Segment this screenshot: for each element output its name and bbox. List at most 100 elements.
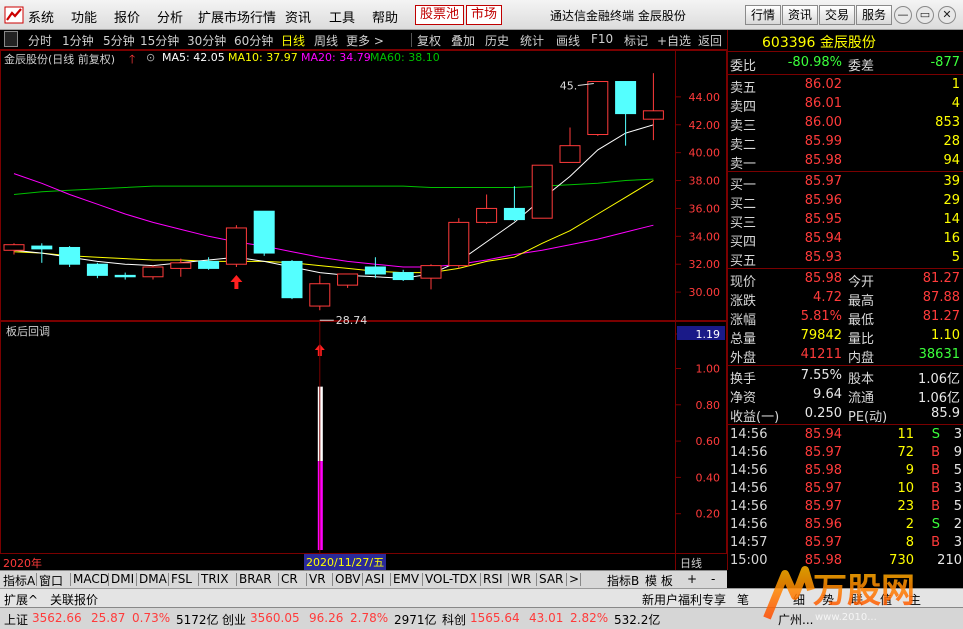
indicator-tab[interactable]: RSI	[483, 572, 503, 586]
tool-adjust[interactable]: 复权	[417, 32, 441, 49]
candle-up[interactable]	[3, 244, 25, 251]
indicator-tab[interactable]: BRAR	[239, 572, 272, 586]
period-more[interactable]: 更多 >	[346, 32, 384, 49]
index-name: 科创	[442, 613, 467, 627]
buy-level-label: 买五	[730, 254, 757, 269]
indicator-tab[interactable]: 指标A	[3, 572, 35, 589]
tool-history[interactable]: 历史	[485, 32, 509, 49]
candle-down[interactable]	[281, 260, 303, 299]
candle-down[interactable]	[615, 81, 637, 115]
restore-icon[interactable]: ▭	[916, 6, 934, 24]
period-15min[interactable]: 15分钟	[140, 32, 179, 49]
close-icon[interactable]: ✕	[938, 6, 956, 24]
candle-up[interactable]	[476, 207, 498, 223]
period-daily[interactable]: 日线	[281, 32, 305, 49]
service-button[interactable]: 服务	[856, 5, 893, 25]
indicator-tab[interactable]: ASI	[365, 572, 384, 586]
candle-up[interactable]	[587, 81, 609, 136]
indicator-tab[interactable]: DMA	[139, 572, 167, 586]
candle-down[interactable]	[392, 272, 414, 281]
stat-value: 81.27	[922, 309, 960, 324]
tool-mark[interactable]: 标记	[624, 32, 648, 49]
app-logo-icon	[4, 6, 24, 24]
indicator-tab[interactable]: DMI	[111, 572, 134, 586]
period-30min[interactable]: 30分钟	[187, 32, 226, 49]
candle-down[interactable]	[114, 274, 136, 278]
candle-up[interactable]	[337, 273, 359, 286]
candle-down[interactable]	[86, 263, 108, 276]
indicator-b-tab[interactable]: 指标B	[607, 572, 639, 589]
sell-level-row: 卖四 86.01 4	[728, 95, 963, 115]
menu-stock-pool[interactable]: 股票池	[415, 5, 465, 25]
prev-arrow-icon[interactable]	[4, 31, 18, 47]
period-weekly[interactable]: 周线	[314, 32, 338, 49]
candle-down[interactable]	[59, 246, 81, 265]
tool-back[interactable]: 返回	[698, 32, 722, 49]
related-quotes-tab[interactable]: 关联报价	[50, 591, 98, 608]
indicator-tab[interactable]: SAR	[539, 572, 563, 586]
indicator-tab[interactable]: EMV	[393, 572, 419, 586]
indicator-tab[interactable]: FSL	[171, 572, 192, 586]
period-60min[interactable]: 60分钟	[234, 32, 273, 49]
tool-f10[interactable]: F10	[591, 32, 613, 46]
candle-down[interactable]	[31, 245, 53, 250]
new-user-promo-link[interactable]: 新用户福利专享	[642, 591, 726, 608]
menu-function[interactable]: 功能	[71, 7, 97, 26]
buy-level-label: 买四	[730, 235, 757, 250]
candle-down[interactable]	[198, 260, 220, 269]
period-1min[interactable]: 1分钟	[62, 32, 94, 49]
zoom-out-button[interactable]: -	[711, 572, 715, 586]
indicator-tab[interactable]: WR	[511, 572, 531, 586]
candle-up[interactable]	[448, 221, 470, 267]
zoom-in-button[interactable]: +	[687, 572, 697, 586]
tab-bi[interactable]: 笔	[737, 591, 749, 608]
index-value: 1565.64	[470, 611, 520, 625]
candle-up[interactable]	[642, 110, 664, 120]
candle-down[interactable]	[364, 266, 386, 275]
menu-tools[interactable]: 工具	[329, 7, 355, 26]
indicator-tab[interactable]: TRIX	[201, 572, 228, 586]
minimize-icon[interactable]: —	[894, 6, 912, 24]
kline-chart[interactable]: 44.00 42.00 40.00 38.00 36.00 34.00 32.00 30.00…	[0, 50, 727, 570]
menu-analysis[interactable]: 分析	[157, 7, 183, 26]
menu-market[interactable]: 市场	[466, 5, 503, 25]
quotes-button[interactable]: 行情	[745, 5, 782, 25]
extend-toggle[interactable]: 扩展^	[4, 591, 38, 608]
indicator-tab[interactable]: VOL-TDX	[425, 572, 477, 586]
indicator-tab[interactable]: OBV	[335, 572, 361, 586]
tick-price: 85.98	[804, 463, 842, 478]
news-button[interactable]: 资讯	[782, 5, 819, 25]
candle-up[interactable]	[559, 145, 581, 163]
trade-button[interactable]: 交易	[819, 5, 856, 25]
menu-info[interactable]: 资讯	[285, 7, 311, 26]
template-tab[interactable]: 模 板	[645, 572, 673, 589]
candle-up[interactable]	[170, 262, 192, 269]
candle-up[interactable]	[531, 164, 553, 219]
candle-up[interactable]	[225, 227, 247, 265]
candle-up[interactable]	[142, 266, 164, 278]
menu-help[interactable]: 帮助	[372, 7, 398, 26]
fundamental-label: 流通	[848, 391, 875, 406]
period-intraday[interactable]: 分时	[28, 32, 52, 49]
menu-quote[interactable]: 报价	[114, 7, 140, 26]
candle-up[interactable]	[309, 283, 331, 307]
menu-extended-market[interactable]: 扩展市场行情	[198, 7, 276, 26]
tool-overlay[interactable]: 叠加	[451, 32, 475, 49]
indicator-tab[interactable]: MACD	[73, 572, 109, 586]
chart-canvas[interactable]: 44.00 42.00 40.00 38.00 36.00 34.00 32.00 30.00…	[0, 50, 727, 570]
candle-down[interactable]	[253, 210, 275, 254]
candle-up[interactable]	[420, 265, 442, 279]
tool-add-watchlist[interactable]: +自选	[657, 32, 691, 49]
candle-down[interactable]	[503, 207, 525, 221]
tool-stats[interactable]: 统计	[520, 32, 544, 49]
indicator-tab[interactable]: 窗口	[39, 572, 63, 589]
buy-level-row: 买三 85.95 14	[728, 211, 963, 231]
indicator-tab[interactable]: >	[569, 572, 579, 586]
chart-settings-icon[interactable]: ⊙	[146, 51, 155, 64]
indicator-tab[interactable]: VR	[309, 572, 326, 586]
tool-draw[interactable]: 画线	[556, 32, 580, 49]
menu-system[interactable]: 系统	[28, 7, 54, 26]
tick-row: 14:57 85.97 8 B 3	[728, 534, 963, 553]
period-5min[interactable]: 5分钟	[103, 32, 135, 49]
indicator-tab[interactable]: CR	[281, 572, 298, 586]
